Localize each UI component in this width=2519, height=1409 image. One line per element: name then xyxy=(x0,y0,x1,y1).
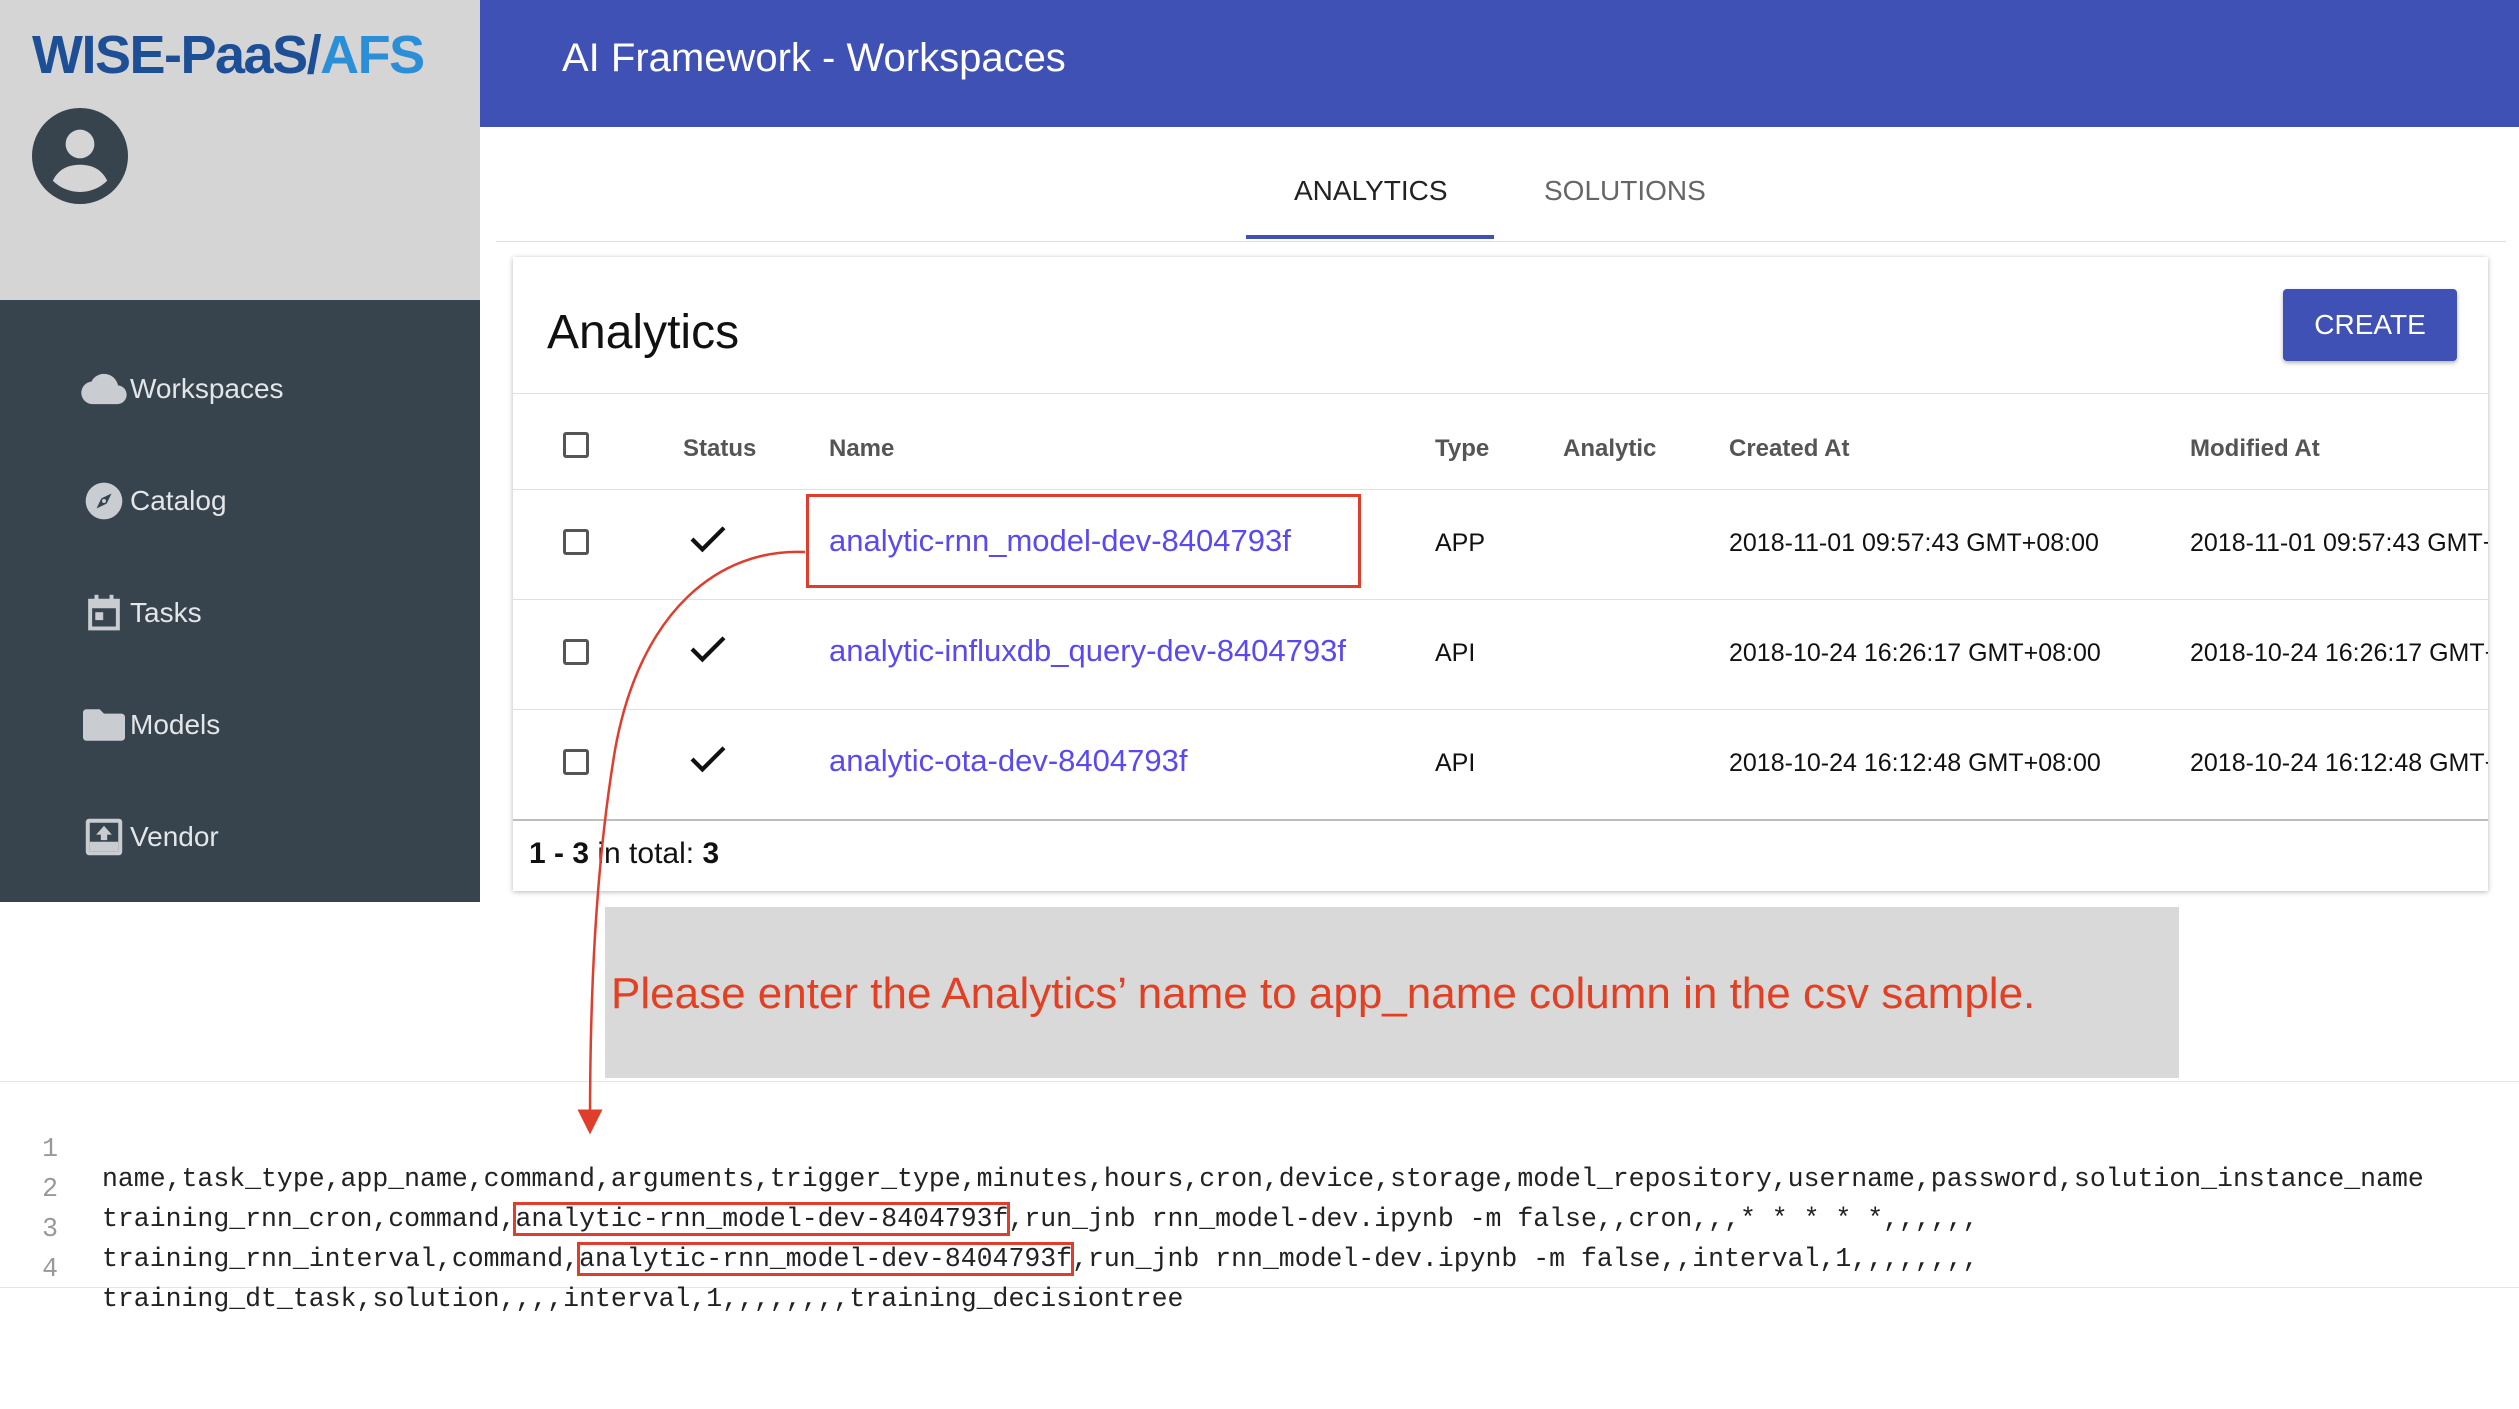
code-line: 2 training_rnn_cron,command,analytic-rnn… xyxy=(0,1144,1979,1236)
create-button[interactable]: CREATE xyxy=(2283,289,2457,361)
check-icon xyxy=(690,526,726,553)
check-icon xyxy=(690,636,726,663)
calendar-icon xyxy=(80,589,128,637)
type-cell: APP xyxy=(1435,529,1486,557)
divider xyxy=(513,819,2488,821)
analytics-card: Analytics CREATE Status Name Type Analyt… xyxy=(513,257,2488,891)
instruction-note: Please enter the Analytics’ name to app_… xyxy=(605,907,2179,1078)
select-all-checkbox[interactable] xyxy=(563,432,589,458)
cloud-icon xyxy=(80,365,128,413)
check-icon xyxy=(690,746,726,773)
type-cell: API xyxy=(1435,749,1476,777)
analytic-name-link[interactable]: analytic-ota-dev-8404793f xyxy=(829,743,1187,779)
app-header: AI Framework - Workspaces xyxy=(480,0,2519,127)
divider xyxy=(513,599,2488,600)
column-header-analytic[interactable]: Analytic xyxy=(1563,435,1656,463)
annotation-highlight-box xyxy=(806,494,1361,588)
tab-analytics[interactable]: ANALYTICS xyxy=(1294,175,1448,207)
modified-at-cell: 2018-11-01 09:57:43 GMT+08:00 xyxy=(2190,529,2488,557)
sidebar-item-label: Tasks xyxy=(130,597,202,628)
sidebar-item-tasks[interactable]: Tasks xyxy=(80,583,202,643)
card-title: Analytics xyxy=(547,306,740,359)
column-header-created-at[interactable]: Created At xyxy=(1729,435,1849,463)
sidebar-item-vendor[interactable]: Vendor xyxy=(80,807,219,867)
type-cell: API xyxy=(1435,639,1476,667)
pagination-summary: 1 - 3 in total: 3 xyxy=(529,837,720,870)
divider xyxy=(513,393,2488,394)
code-text: training_rnn_interval,command,analytic-r… xyxy=(102,1242,1979,1276)
sidebar-item-label: Vendor xyxy=(130,821,219,852)
code-text: name,task_type,app_name,command,argument… xyxy=(102,1164,2424,1194)
sidebar-header: WISE-PaaS/AFS xyxy=(0,0,480,300)
code-text: training_dt_task,solution,,,,interval,1,… xyxy=(102,1284,1184,1314)
tab-solutions[interactable]: SOLUTIONS xyxy=(1544,175,1706,207)
code-line: 4 training_dt_task,solution,,,,interval,… xyxy=(0,1224,1183,1314)
highlighted-app-name: analytic-rnn_model-dev-8404793f xyxy=(513,1202,1011,1236)
instruction-text: Please enter the Analytics’ name to app_… xyxy=(611,969,2036,1018)
divider xyxy=(513,709,2488,710)
active-tab-indicator xyxy=(1246,235,1494,239)
column-header-type[interactable]: Type xyxy=(1435,435,1489,463)
analytic-name-link[interactable]: analytic-influxdb_query-dev-8404793f xyxy=(829,633,1346,669)
account-circle-icon[interactable] xyxy=(32,108,128,204)
created-at-cell: 2018-10-24 16:26:17 GMT+08:00 xyxy=(1729,639,2101,667)
modified-at-cell: 2018-10-24 16:26:17 GMT+08:00 xyxy=(2190,639,2488,667)
tab-bar: ANALYTICS SOLUTIONS xyxy=(496,127,2506,242)
column-header-name[interactable]: Name xyxy=(829,435,894,463)
csv-sample-code: 1 name,task_type,app_name,command,argume… xyxy=(0,1081,2519,1314)
row-checkbox[interactable] xyxy=(563,749,589,775)
sidebar-item-workspaces[interactable]: Workspaces xyxy=(80,359,284,419)
wise-paas-afs-logo: WISE-PaaS/AFS xyxy=(32,25,425,85)
modified-at-cell: 2018-10-24 16:12:48 GMT+08:00 xyxy=(2190,749,2488,777)
sidebar-item-label: Catalog xyxy=(130,485,227,516)
code-text: training_rnn_cron,command,analytic-rnn_m… xyxy=(102,1202,1979,1236)
created-at-cell: 2018-11-01 09:57:43 GMT+08:00 xyxy=(1729,529,2099,557)
sidebar-item-models[interactable]: Models xyxy=(80,695,220,755)
line-number: 4 xyxy=(42,1254,58,1284)
created-at-cell: 2018-10-24 16:12:48 GMT+08:00 xyxy=(1729,749,2101,777)
code-line: 1 name,task_type,app_name,command,argume… xyxy=(0,1104,2424,1194)
highlighted-app-name: analytic-rnn_model-dev-8404793f xyxy=(577,1242,1075,1276)
compass-icon xyxy=(80,477,128,525)
sidebar-item-label: Models xyxy=(130,709,221,740)
row-checkbox[interactable] xyxy=(563,529,589,555)
column-header-modified-at[interactable]: Modified At xyxy=(2190,435,2320,463)
row-checkbox[interactable] xyxy=(563,639,589,665)
divider xyxy=(513,489,2488,490)
sidebar-item-label: Workspaces xyxy=(130,373,284,404)
sidebar-nav: Workspaces Catalog Tasks Models Vendor xyxy=(0,300,480,902)
upload-box-icon xyxy=(80,813,128,861)
column-header-status[interactable]: Status xyxy=(683,435,756,463)
page-title: AI Framework - Workspaces xyxy=(562,36,1066,80)
sidebar-item-catalog[interactable]: Catalog xyxy=(80,471,227,531)
folder-icon xyxy=(80,701,128,749)
code-line: 3 training_rnn_interval,command,analytic… xyxy=(0,1184,1979,1276)
